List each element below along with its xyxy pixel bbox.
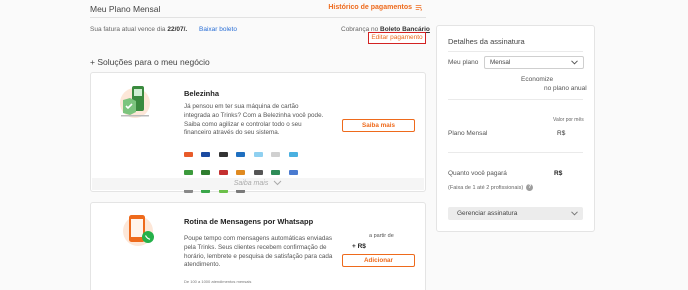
- brand-icon: [184, 170, 193, 175]
- monthly-plan-value: R$: [557, 130, 566, 137]
- plan-page: Meu Plano Mensal Histórico de pagamentos…: [0, 0, 688, 290]
- price-value: + R$: [352, 243, 366, 250]
- brand-icon: [271, 170, 281, 175]
- plan-select[interactable]: Mensal: [484, 56, 584, 69]
- total-label: Quanto você pagará: [448, 170, 507, 177]
- fine-print: De 100 a 1000 atendimentos mensais: [184, 279, 252, 284]
- card-description: Poupe tempo com mensagens automáticas en…: [184, 235, 333, 269]
- range-note: (Faixa de 1 até 2 profissionais) ?: [448, 184, 534, 191]
- pos-terminal-icon: [120, 86, 150, 118]
- brand-icon: [253, 170, 263, 175]
- brand-icon: [288, 170, 298, 175]
- history-link[interactable]: Histórico de pagamentos: [328, 4, 422, 11]
- phone-whatsapp-icon: [123, 215, 154, 246]
- saiba-mais-button[interactable]: Saiba mais: [342, 119, 415, 132]
- plan-label: Meu plano: [448, 59, 479, 66]
- adicionar-button[interactable]: Adicionar: [342, 254, 415, 267]
- plan-select-value: Mensal: [490, 59, 511, 66]
- panel-divider: [448, 152, 583, 153]
- manage-subscription-label: Gerenciar assinatura: [457, 210, 518, 217]
- saiba-mais-expand[interactable]: Saiba mais: [92, 178, 424, 190]
- invoice-due-date: 22/07/.: [167, 26, 188, 33]
- help-icon[interactable]: ?: [526, 184, 534, 191]
- brand-icon: [218, 152, 228, 157]
- belezinha-card: Belezinha Já pensou em ter sua máquina d…: [90, 72, 426, 193]
- brand-icon: [236, 152, 246, 157]
- chevron-down-icon: [571, 211, 578, 216]
- invoice-due-text: Sua fatura atual vence dia 22/07/.: [90, 26, 187, 33]
- chevron-down-icon: [571, 60, 578, 65]
- brand-icon: [253, 152, 263, 157]
- brand-icon: [184, 152, 193, 157]
- whatsapp-card: Rotina de Mensagens por Whatsapp Poupe t…: [90, 202, 426, 290]
- price-from-label: a partir de: [369, 233, 394, 239]
- subscription-details-panel: Detalhes da assinatura Meu plano Mensal …: [436, 25, 595, 232]
- monthly-plan-label: Plano Mensal: [448, 130, 488, 137]
- card-title: Rotina de Mensagens por Whatsapp: [184, 217, 314, 226]
- download-boleto-link[interactable]: Baixar boleto: [199, 26, 237, 33]
- panel-title: Detalhes da assinatura: [448, 37, 525, 46]
- save-line-1: Economize: [521, 76, 554, 83]
- panel-divider: [448, 99, 583, 100]
- save-line-2: no plano anual: [544, 85, 587, 92]
- panel-divider: [448, 51, 583, 52]
- brand-icon: [218, 170, 228, 175]
- card-title: Belezinha: [184, 89, 220, 98]
- total-value: R$: [554, 170, 563, 177]
- history-icon: [415, 5, 422, 11]
- value-per-month-label: Valor por mês: [553, 117, 584, 123]
- card-description: Já pensou em ter sua máquina de cartão i…: [184, 103, 324, 137]
- payment-brand-icons: [184, 148, 314, 202]
- brand-icon: [201, 152, 211, 157]
- brand-icon: [201, 170, 211, 175]
- manage-subscription-button[interactable]: Gerenciar assinatura: [448, 207, 583, 220]
- header-divider: [90, 17, 426, 18]
- history-link-label: Histórico de pagamentos: [328, 4, 412, 11]
- brand-icon: [236, 170, 246, 175]
- brand-icon: [288, 152, 298, 157]
- brand-icon: [271, 152, 281, 157]
- edit-payment-button[interactable]: Editar pagamento: [368, 32, 426, 44]
- range-note-text: (Faixa de 1 até 2 profissionais): [448, 184, 524, 191]
- page-title: Meu Plano Mensal: [90, 4, 161, 14]
- chevron-down-icon: [273, 180, 282, 186]
- solutions-title: + Soluções para o meu negócio: [90, 57, 210, 67]
- invoice-due-prefix: Sua fatura atual vence dia: [90, 26, 166, 33]
- saiba-mais-expand-label: Saiba mais: [233, 180, 269, 187]
